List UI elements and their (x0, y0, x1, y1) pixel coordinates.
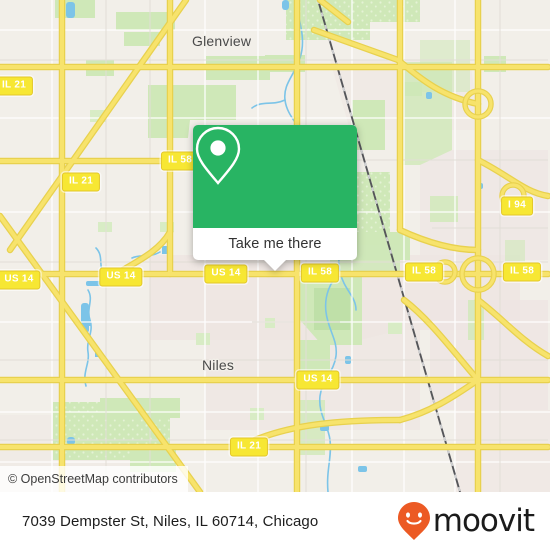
address-text: 7039 Dempster St, Niles, IL 60714, Chica… (22, 512, 319, 530)
moovit-brand-logo[interactable]: moovit (397, 501, 535, 541)
moovit-pin-smiley-icon (397, 502, 430, 540)
highway-shield-il21-west[interactable]: IL 21 (0, 76, 34, 96)
callout-tail-pointer (264, 260, 286, 271)
highway-shield-i94[interactable]: I 94 (501, 196, 533, 216)
highway-shield-il21-bottom[interactable]: IL 21 (229, 437, 269, 457)
map-place-label-niles: Niles (202, 357, 235, 373)
highway-shield-us14-left[interactable]: US 14 (99, 267, 143, 287)
location-callout-card[interactable]: Take me there (193, 125, 357, 271)
attribution-text: © OpenStreetMap contributors (8, 472, 178, 486)
highway-shield-us14-far-left[interactable]: US 14 (0, 270, 41, 290)
callout-action-bar[interactable]: Take me there (193, 228, 357, 260)
moovit-map-screenshot: Glenview Niles IL 21 IL 58 IL 21 I 94 US… (0, 0, 550, 550)
take-me-there-label: Take me there (228, 236, 322, 252)
highway-shield-us14-lower[interactable]: US 14 (296, 370, 340, 390)
highway-shield-us14-center[interactable]: US 14 (204, 264, 248, 284)
callout-header (193, 125, 357, 228)
map-place-label-glenview: Glenview (192, 33, 252, 49)
map-attribution[interactable]: © OpenStreetMap contributors (0, 466, 188, 492)
moovit-wordmark: moovit (432, 502, 535, 539)
highway-shield-il58-right[interactable]: IL 58 (404, 262, 444, 282)
highway-shield-il58-far-right[interactable]: IL 58 (502, 262, 542, 282)
highway-shield-il21-left[interactable]: IL 21 (61, 172, 101, 192)
map-pin-icon (195, 126, 241, 185)
footer-bar: 7039 Dempster St, Niles, IL 60714, Chica… (0, 492, 550, 550)
highway-shield-il58-center[interactable]: IL 58 (300, 263, 340, 283)
map-canvas[interactable]: Glenview Niles IL 21 IL 58 IL 21 I 94 US… (0, 0, 550, 492)
